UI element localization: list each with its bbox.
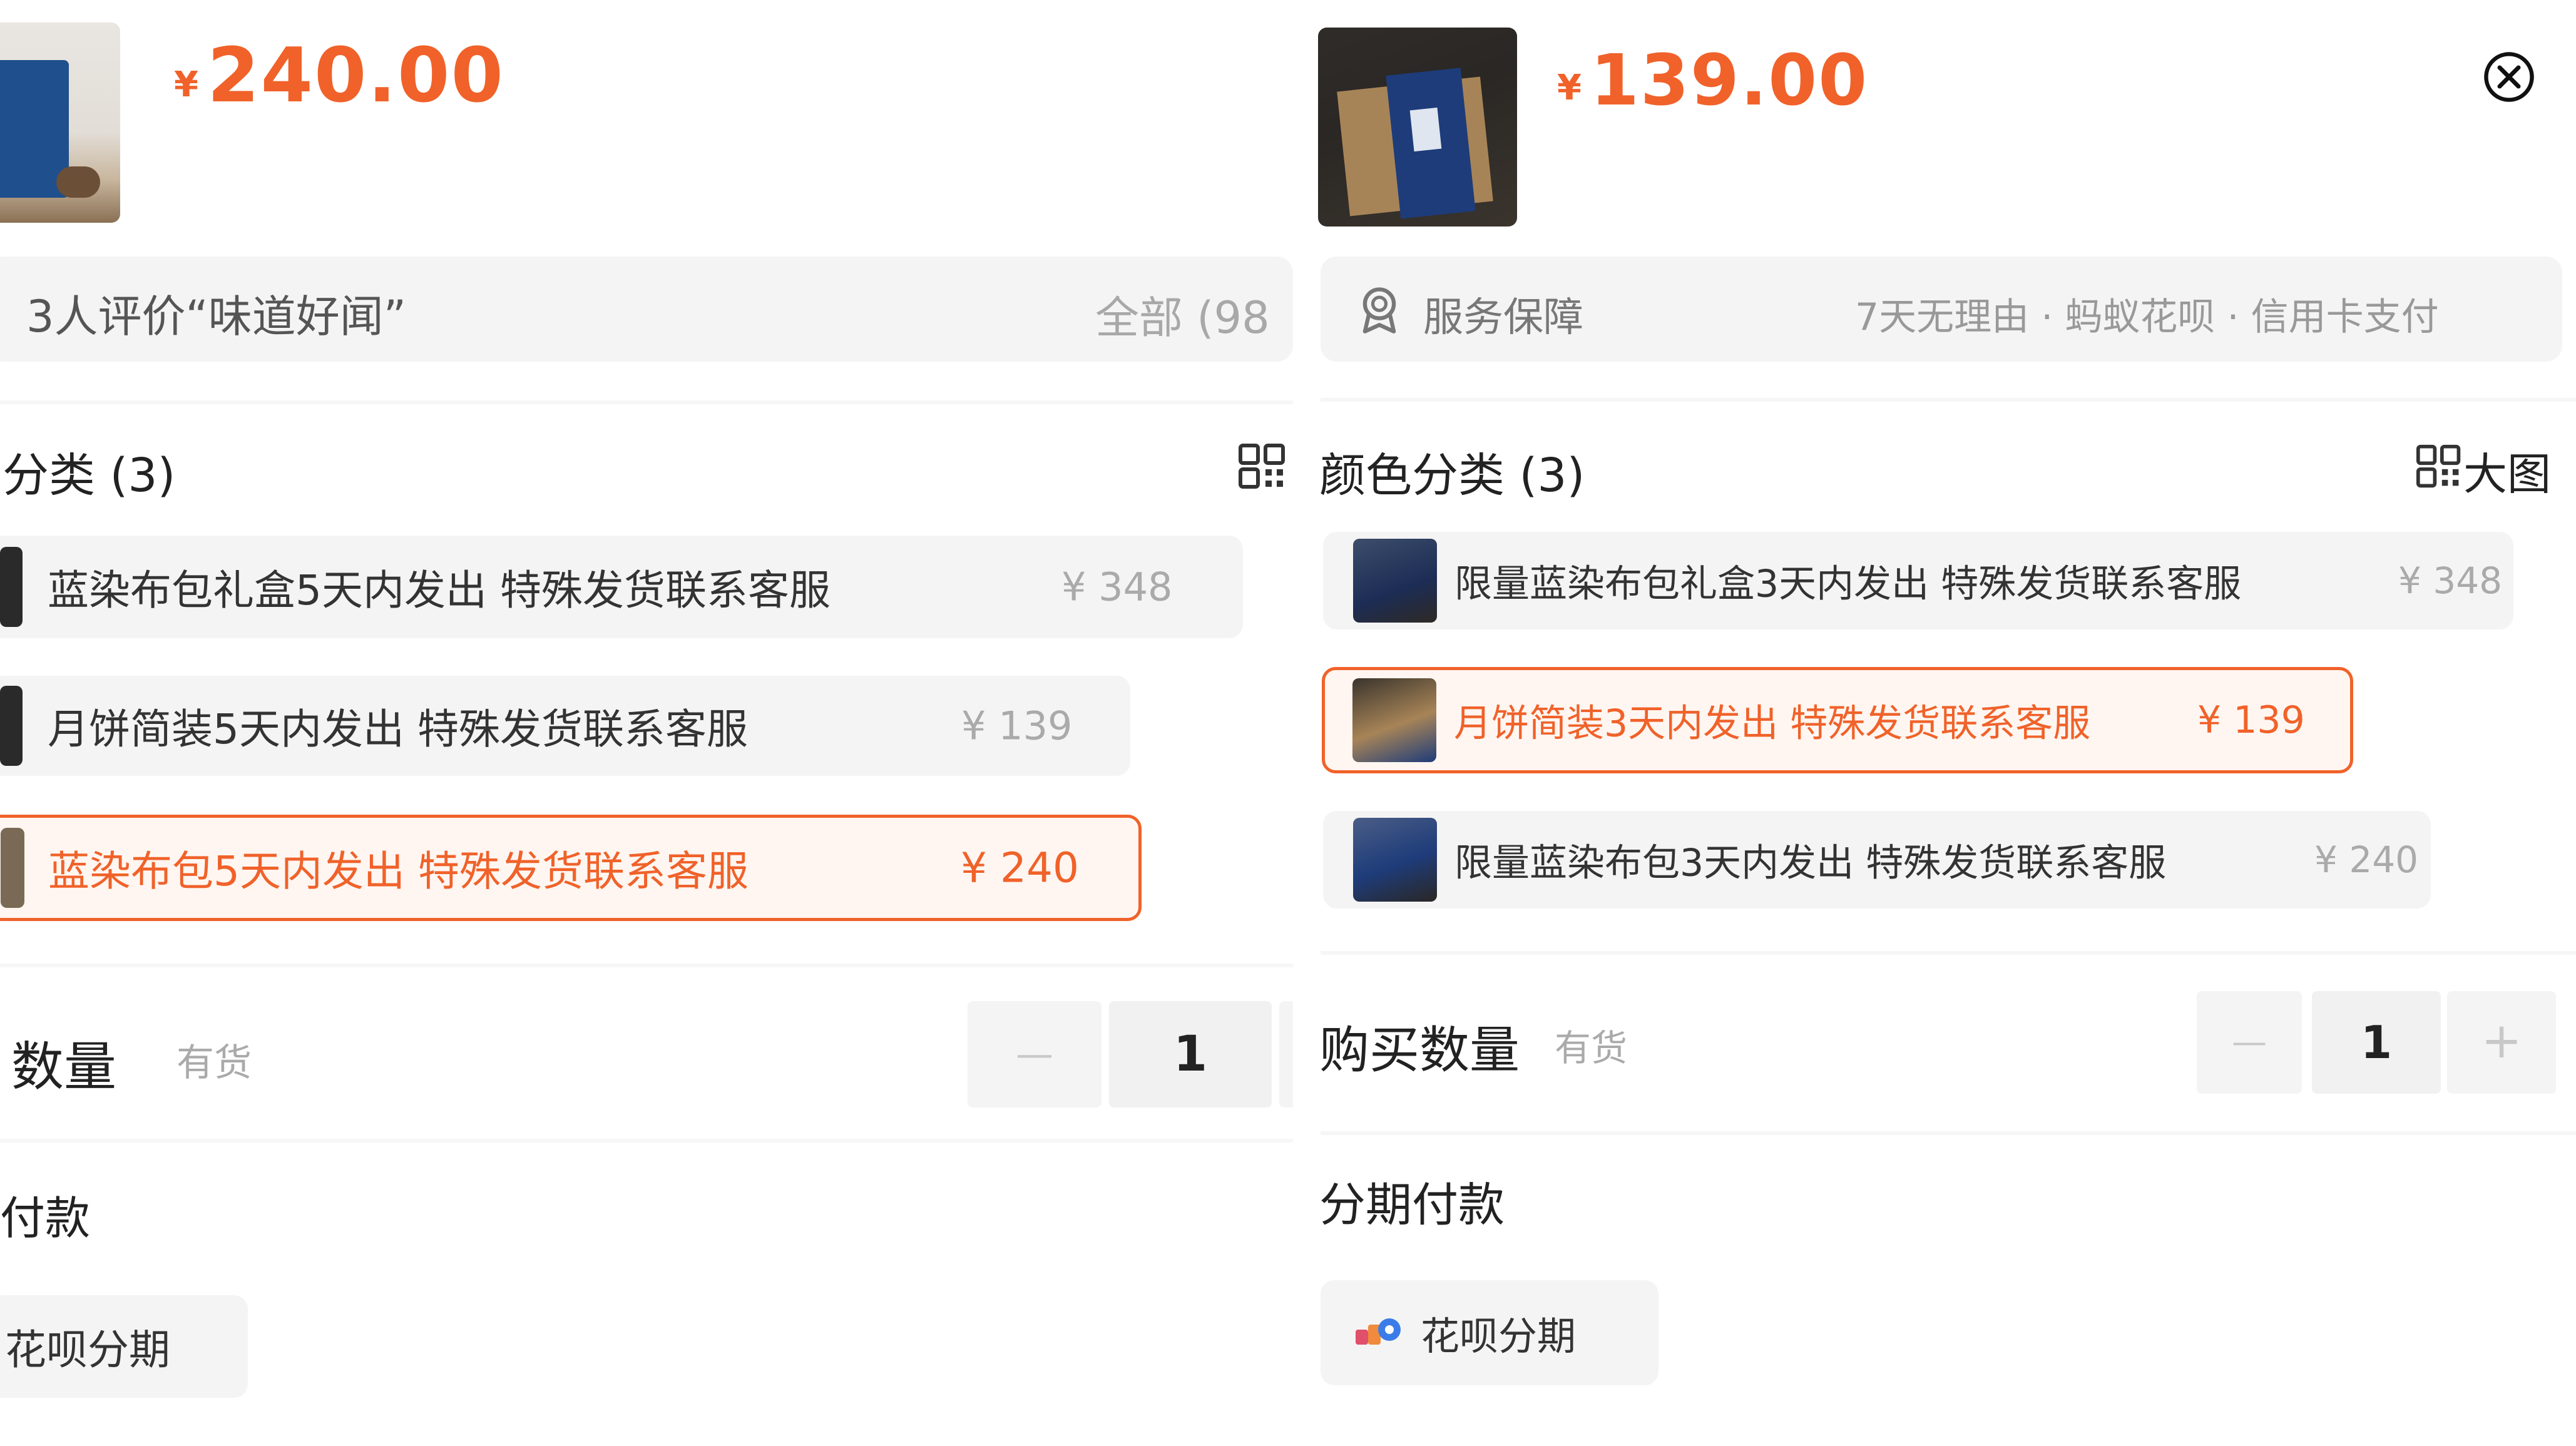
sku-thumbnail — [1353, 539, 1437, 623]
decrement-button[interactable]: — — [968, 1001, 1101, 1107]
sku-thumbnail — [1352, 678, 1436, 762]
quantity-value[interactable]: 1 — [1109, 1001, 1272, 1107]
quantity-number: 1 — [1173, 1026, 1208, 1082]
close-circle-icon[interactable] — [2482, 50, 2536, 104]
product-thumbnail[interactable] — [1318, 28, 1517, 227]
payment-title: 付款 — [0, 1192, 91, 1245]
stock-status: 有货 — [1555, 1027, 1628, 1069]
product-thumbnail[interactable] — [0, 23, 120, 223]
minus-icon: — — [1016, 1032, 1053, 1076]
sku-thumbnail — [0, 686, 23, 766]
divider — [0, 400, 1293, 404]
sku-option[interactable]: 限量蓝染布包3天内发出 特殊发货联系客服 ¥ 240 — [1323, 811, 2431, 909]
huabei-installment-button[interactable]: 花呗分期 — [1321, 1280, 1659, 1385]
big-image-toggle[interactable]: 大图 — [2416, 439, 2576, 500]
service-guarantee-bar[interactable]: 服务保障 7天无理由 · 蚂蚁花呗 · 信用卡支付 — [1321, 257, 2562, 362]
huabei-installment-button[interactable]: 花呗分期 — [0, 1295, 248, 1398]
sku-price: ¥ 348 — [1061, 564, 1173, 610]
sku-option[interactable]: 蓝染布包礼盒5天内发出 特殊发货联系客服 ¥ 348 — [0, 536, 1243, 638]
huabei-label: 花呗分期 — [1421, 1313, 1577, 1359]
big-image-label: 大图 — [2463, 449, 2551, 500]
huabei-label: 花呗分期 — [5, 1326, 170, 1374]
price-value: 139.00 — [1590, 40, 1869, 121]
quantity-value[interactable]: 1 — [2312, 991, 2441, 1094]
sku-price: ¥ 139 — [961, 703, 1073, 749]
increment-button[interactable] — [1279, 1001, 1293, 1107]
divider — [0, 964, 1293, 967]
sku-label: 蓝染布包礼盒5天内发出 特殊发货联系客服 — [48, 566, 831, 614]
price-value: 240.00 — [207, 33, 505, 120]
divider — [0, 1139, 1293, 1143]
quantity-number: 1 — [2360, 1016, 2393, 1069]
minus-icon: — — [2232, 1022, 2267, 1062]
sku-price: ¥ 240 — [961, 843, 1079, 892]
category-title: 分类 (3) — [3, 449, 176, 502]
product-price: ¥240.00 — [174, 33, 504, 120]
left-sku-panel: ¥240.00 3人评价“味道好闻” 全部 (98 分类 (3) 蓝染布包礼盒5… — [0, 0, 1293, 1446]
sku-price: ¥ 139 — [2197, 698, 2305, 742]
sku-label: 月饼简装3天内发出 特殊发货联系客服 — [1454, 701, 2091, 746]
sku-option[interactable]: 月饼简装5天内发出 特殊发货联系客服 ¥ 139 — [0, 676, 1130, 776]
service-label: 服务保障 — [1423, 295, 1583, 341]
stock-status: 有货 — [176, 1041, 252, 1085]
sku-label: 限量蓝染布包3天内发出 特殊发货联系客服 — [1454, 841, 2167, 885]
currency-symbol: ¥ — [1557, 68, 1582, 108]
sku-option-selected[interactable]: 月饼简装3天内发出 特殊发货联系客服 ¥ 139 — [1322, 667, 2353, 773]
review-bar[interactable]: 3人评价“味道好闻” 全部 (98 — [0, 257, 1293, 362]
badge-icon — [1353, 283, 1406, 335]
product-price: ¥139.00 — [1557, 40, 1868, 121]
sku-option[interactable]: 限量蓝染布包礼盒3天内发出 特殊发货联系客服 ¥ 348 — [1323, 532, 2513, 629]
sku-option-selected[interactable]: 蓝染布包5天内发出 特殊发货联系客服 ¥ 240 — [0, 815, 1142, 921]
quantity-title: 购买数量 — [1319, 1021, 1520, 1079]
category-title: 颜色分类 (3) — [1319, 449, 1585, 502]
payment-title: 分期付款 — [1319, 1178, 1505, 1232]
sku-thumbnail — [1353, 818, 1437, 902]
grid-icon — [2416, 443, 2463, 491]
quantity-title: 数量 — [11, 1036, 117, 1097]
sku-price: ¥ 240 — [2314, 838, 2419, 881]
sku-label: 限量蓝染布包礼盒3天内发出 特殊发货联系客服 — [1454, 562, 2242, 606]
review-summary: 3人评价“味道好闻” — [26, 291, 407, 342]
sku-price: ¥ 348 — [2398, 559, 2503, 602]
huabei-logo-icon — [1353, 1312, 1403, 1353]
review-all-link[interactable]: 全部 (98 — [1095, 283, 1270, 346]
grid-icon[interactable] — [1238, 442, 1288, 492]
sku-label: 月饼简装5天内发出 特殊发货联系客服 — [48, 705, 748, 753]
divider — [1321, 951, 2576, 955]
sku-label: 蓝染布包5天内发出 特殊发货联系客服 — [48, 847, 749, 895]
service-detail: 7天无理由 · 蚂蚁花呗 · 信用卡支付 — [1855, 295, 2439, 339]
plus-icon: + — [2481, 1013, 2522, 1069]
currency-symbol: ¥ — [174, 64, 198, 105]
divider — [1321, 1131, 2576, 1135]
decrement-button[interactable]: — — [2197, 991, 2302, 1094]
divider — [1321, 398, 2576, 402]
sku-thumbnail — [0, 547, 23, 627]
right-sku-panel: ¥139.00 服务保障 7天无理由 · 蚂蚁花呗 · 信用卡支付 颜色分类 (… — [1293, 0, 2576, 1446]
sku-thumbnail — [1, 828, 24, 908]
increment-button[interactable]: + — [2447, 991, 2556, 1094]
